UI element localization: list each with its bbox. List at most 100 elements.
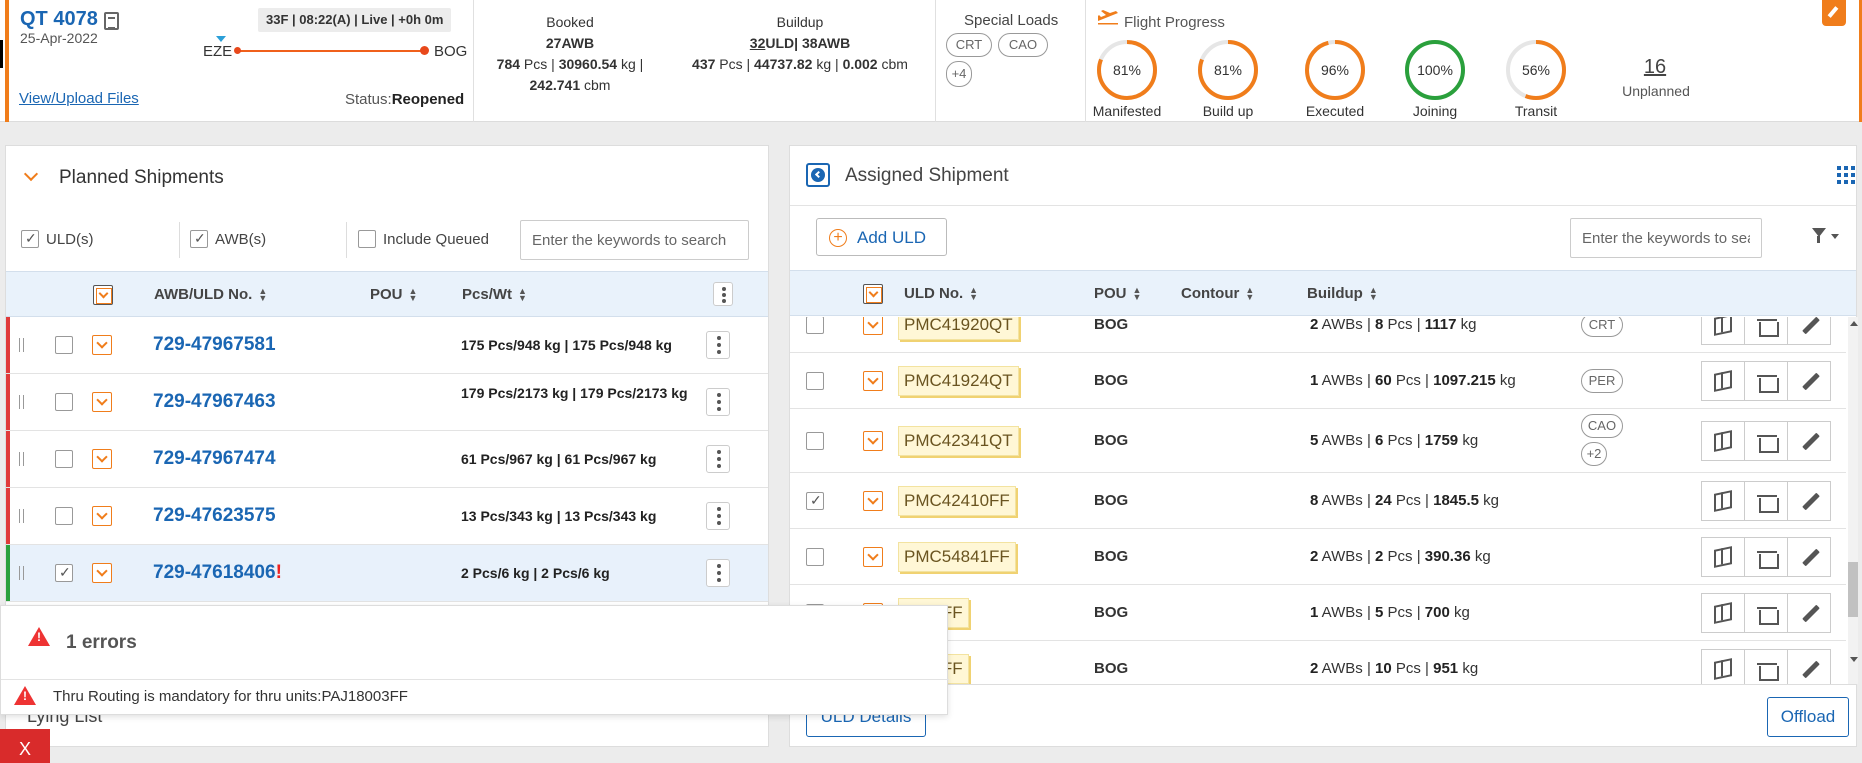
view-contents-button[interactable] xyxy=(1701,537,1745,577)
remove-uld-button[interactable] xyxy=(1744,593,1788,633)
view-contents-button[interactable] xyxy=(1701,649,1745,684)
row-options-kebab-icon[interactable] xyxy=(706,559,730,587)
scroll-down-arrow-icon[interactable] xyxy=(1850,657,1858,662)
col-uld-no[interactable]: ULD No. ▲ ▼ xyxy=(904,285,978,302)
clipboard-icon[interactable] xyxy=(104,12,119,30)
offload-button[interactable]: Offload xyxy=(1767,697,1849,737)
awb-number-link[interactable]: 729-47618406! xyxy=(153,562,282,584)
row-expand-chevron-icon[interactable] xyxy=(92,449,112,469)
row-expand-chevron-icon[interactable] xyxy=(863,491,883,511)
collapse-chevron-icon[interactable] xyxy=(23,166,39,182)
sort-icon[interactable]: ▲ ▼ xyxy=(1133,286,1142,302)
table-row[interactable]: 729-47623575 13 Pcs/343 kg | 13 Pcs/343 k… xyxy=(6,488,768,545)
unplanned-count-link[interactable]: 16 xyxy=(1634,56,1676,79)
special-load-chip[interactable]: CRT xyxy=(1581,317,1623,337)
select-all-dropdown-checkbox[interactable] xyxy=(863,284,883,304)
row-checkbox[interactable] xyxy=(806,548,824,566)
table-row[interactable]: 729-47618406! 2 Pcs/6 kg | 2 Pcs/6 kg xyxy=(6,545,768,602)
add-uld-button[interactable]: + Add ULD xyxy=(816,218,947,256)
drag-handle-icon[interactable] xyxy=(19,509,24,523)
col-pou[interactable]: POU ▲ ▼ xyxy=(1094,285,1141,302)
uld-row[interactable]: 9880FFBOG1 AWBs | 5 Pcs | 700 kg xyxy=(790,585,1846,641)
uld-row[interactable]: PMC54841FF BOG 2 AWBs | 2 Pcs | 390.36 kg xyxy=(790,529,1846,585)
awb-number-link[interactable]: 729-47967474 xyxy=(153,448,276,470)
edit-flight-pencil-icon[interactable] xyxy=(1822,0,1846,26)
uld-number-tag[interactable]: PMC41924QT xyxy=(898,366,1019,396)
view-contents-button[interactable] xyxy=(1701,421,1745,461)
sort-icon[interactable]: ▲ ▼ xyxy=(969,286,978,302)
sort-icon[interactable]: ▲ ▼ xyxy=(518,287,527,303)
include-queued-checkbox[interactable] xyxy=(358,230,376,248)
drag-handle-icon[interactable] xyxy=(19,395,24,409)
uld-number-tag[interactable]: PMC54841FF xyxy=(898,542,1016,572)
row-options-kebab-icon[interactable] xyxy=(706,331,730,359)
sort-icon[interactable]: ▲ ▼ xyxy=(258,287,267,303)
row-expand-chevron-icon[interactable] xyxy=(92,563,112,583)
table-row[interactable]: 729-47967463 179 Pcs/2173 kg | 179 Pcs/21… xyxy=(6,374,768,431)
row-checkbox[interactable] xyxy=(806,432,824,450)
col-awb-uld[interactable]: AWB/ULD No. ▲ ▼ xyxy=(154,286,267,303)
row-expand-chevron-icon[interactable] xyxy=(863,547,883,567)
back-arrow-icon[interactable] xyxy=(806,163,830,187)
remove-uld-button[interactable] xyxy=(1744,537,1788,577)
scroll-up-arrow-icon[interactable] xyxy=(1850,321,1858,326)
grid-view-icon[interactable] xyxy=(1837,166,1855,184)
row-expand-chevron-icon[interactable] xyxy=(92,335,112,355)
filter-icon[interactable] xyxy=(1812,228,1826,243)
special-load-chip[interactable]: CAO xyxy=(1581,414,1623,438)
row-expand-chevron-icon[interactable] xyxy=(863,371,883,391)
remove-uld-button[interactable] xyxy=(1744,317,1788,345)
special-load-more-chip[interactable]: +2 xyxy=(1581,442,1607,466)
drag-handle-icon[interactable] xyxy=(19,338,24,352)
buildup-uld-count[interactable]: 32 xyxy=(750,35,766,51)
sort-icon[interactable]: ▲ ▼ xyxy=(1245,286,1254,302)
row-checkbox[interactable] xyxy=(55,336,73,354)
row-checkbox[interactable] xyxy=(806,372,824,390)
edit-uld-button[interactable] xyxy=(1787,593,1831,633)
view-contents-button[interactable] xyxy=(1701,361,1745,401)
row-expand-chevron-icon[interactable] xyxy=(92,506,112,526)
awb-number-link[interactable]: 729-47967463 xyxy=(153,391,276,413)
col-pou[interactable]: POU ▲ ▼ xyxy=(370,286,417,303)
row-checkbox[interactable] xyxy=(55,564,73,582)
assigned-search-input[interactable] xyxy=(1570,218,1762,258)
awb-number-link[interactable]: 729-47623575 xyxy=(153,505,276,527)
remove-uld-button[interactable] xyxy=(1744,649,1788,684)
uld-number-tag[interactable]: PMC42410FF xyxy=(898,486,1016,516)
edit-uld-button[interactable] xyxy=(1787,421,1831,461)
remove-uld-button[interactable] xyxy=(1744,421,1788,461)
special-load-chip[interactable]: CRT xyxy=(946,33,992,57)
flight-number[interactable]: QT 4078 xyxy=(20,8,98,31)
special-load-chip[interactable]: PER xyxy=(1581,369,1623,393)
uld-row[interactable]: PMC42410FF BOG 8 AWBs | 24 Pcs | 1845.5 kg xyxy=(790,473,1846,529)
row-options-kebab-icon[interactable] xyxy=(706,388,730,416)
row-checkbox[interactable] xyxy=(55,393,73,411)
uld-number-tag[interactable]: PMC42341QT xyxy=(898,426,1019,456)
view-upload-files-link[interactable]: View/Upload Files xyxy=(19,90,139,107)
remove-uld-button[interactable] xyxy=(1744,481,1788,521)
vertical-scrollbar[interactable] xyxy=(1848,317,1858,684)
drag-handle-icon[interactable] xyxy=(19,566,24,580)
filter-dropdown-caret-icon[interactable] xyxy=(1831,234,1839,239)
special-load-more-chip[interactable]: +4 xyxy=(946,61,972,87)
awb-number-link[interactable]: 729-47967581 xyxy=(153,334,276,356)
row-checkbox[interactable] xyxy=(55,507,73,525)
row-checkbox[interactable] xyxy=(806,317,824,334)
col-buildup[interactable]: Buildup ▲ ▼ xyxy=(1307,285,1378,302)
awb-filter-checkbox[interactable] xyxy=(190,230,208,248)
remove-uld-button[interactable] xyxy=(1744,361,1788,401)
drag-handle-icon[interactable] xyxy=(19,452,24,466)
row-checkbox[interactable] xyxy=(55,450,73,468)
uld-filter-checkbox[interactable] xyxy=(21,230,39,248)
col-pcs-wt[interactable]: Pcs/Wt ▲ ▼ xyxy=(462,286,527,303)
row-expand-chevron-icon[interactable] xyxy=(863,317,883,335)
edit-uld-button[interactable] xyxy=(1787,481,1831,521)
view-contents-button[interactable] xyxy=(1701,593,1745,633)
planned-search-input[interactable] xyxy=(520,220,749,260)
edit-uld-button[interactable] xyxy=(1787,649,1831,684)
row-checkbox[interactable] xyxy=(806,492,824,510)
row-expand-chevron-icon[interactable] xyxy=(863,431,883,451)
col-contour[interactable]: Contour ▲ ▼ xyxy=(1181,285,1254,302)
scrollbar-thumb[interactable] xyxy=(1848,562,1858,617)
special-load-chip[interactable]: CAO xyxy=(998,33,1048,57)
